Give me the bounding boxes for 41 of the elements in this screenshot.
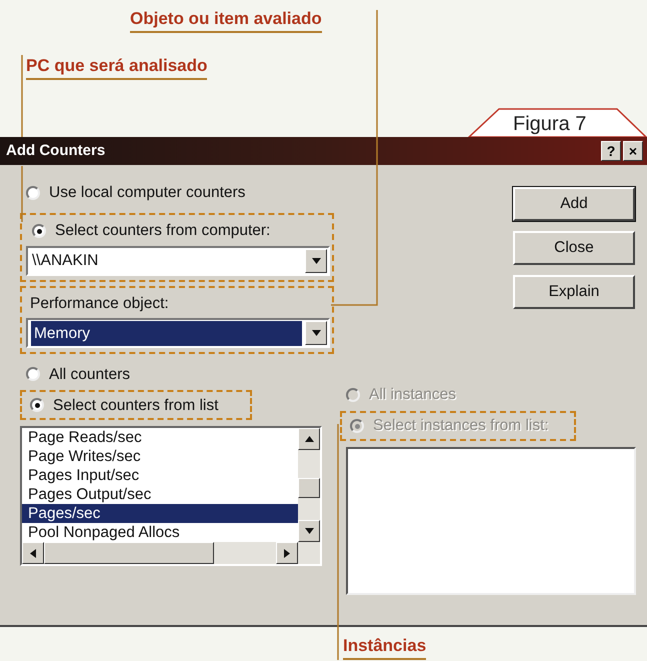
window-title: Add Counters	[6, 140, 106, 161]
scroll-thumb[interactable]	[44, 542, 214, 564]
computer-combo[interactable]: \\ANAKIN	[26, 246, 330, 276]
list-item[interactable]: Pages Output/sec	[22, 485, 298, 504]
radio-label[interactable]: Use local computer counters	[49, 181, 246, 205]
horizontal-scrollbar[interactable]	[22, 542, 320, 564]
radio-label[interactable]: Select counters from computer:	[55, 219, 270, 243]
up-arrow-icon	[304, 436, 314, 442]
vertical-scrollbar[interactable]	[298, 428, 320, 542]
left-arrow-icon	[30, 548, 36, 558]
help-button[interactable]: ?	[601, 141, 621, 161]
list-item[interactable]: Pages/sec	[22, 504, 298, 524]
radio-button[interactable]	[30, 398, 44, 412]
down-arrow-icon	[312, 330, 320, 336]
combo-value: Memory	[31, 320, 302, 346]
right-arrow-icon	[284, 548, 290, 558]
close-button[interactable]: ×	[623, 141, 643, 161]
callout-label: Instâncias	[343, 637, 426, 660]
instance-list[interactable]	[346, 447, 636, 595]
callout-label: Objeto ou item avaliado	[130, 10, 322, 33]
radio-button[interactable]	[32, 224, 46, 238]
counter-list[interactable]: Page Reads/sec Page Writes/sec Pages Input/sec Pages Output/sec Pages/sec Pool Nonpaged Allocs	[20, 426, 322, 566]
field-label: Performance object:	[29, 294, 170, 314]
list-item[interactable]: Pages Input/sec	[22, 466, 298, 486]
callout-label: PC que será analisado	[26, 57, 208, 80]
radio-label[interactable]: Select counters from list	[53, 394, 218, 417]
combo-value: \\ANAKIN	[31, 251, 100, 272]
dialog-button[interactable]: Add	[513, 187, 635, 221]
list-item[interactable]: Pool Nonpaged Allocs	[22, 523, 298, 542]
dialog-button[interactable]: Explain	[513, 275, 635, 309]
object-combo[interactable]: Memory	[26, 318, 330, 348]
radio-button[interactable]	[26, 186, 40, 200]
list-item[interactable]: Page Reads/sec	[22, 428, 298, 448]
radio-label[interactable]: All counters	[49, 362, 130, 386]
radio-button[interactable]	[26, 367, 40, 382]
figure-label: Figura 7	[513, 112, 586, 137]
down-arrow-icon	[312, 258, 320, 264]
dialog-button[interactable]: Close	[513, 231, 635, 265]
list-item[interactable]: Page Writes/sec	[22, 447, 298, 466]
down-arrow-icon	[304, 528, 314, 534]
scroll-thumb[interactable]	[298, 478, 320, 498]
